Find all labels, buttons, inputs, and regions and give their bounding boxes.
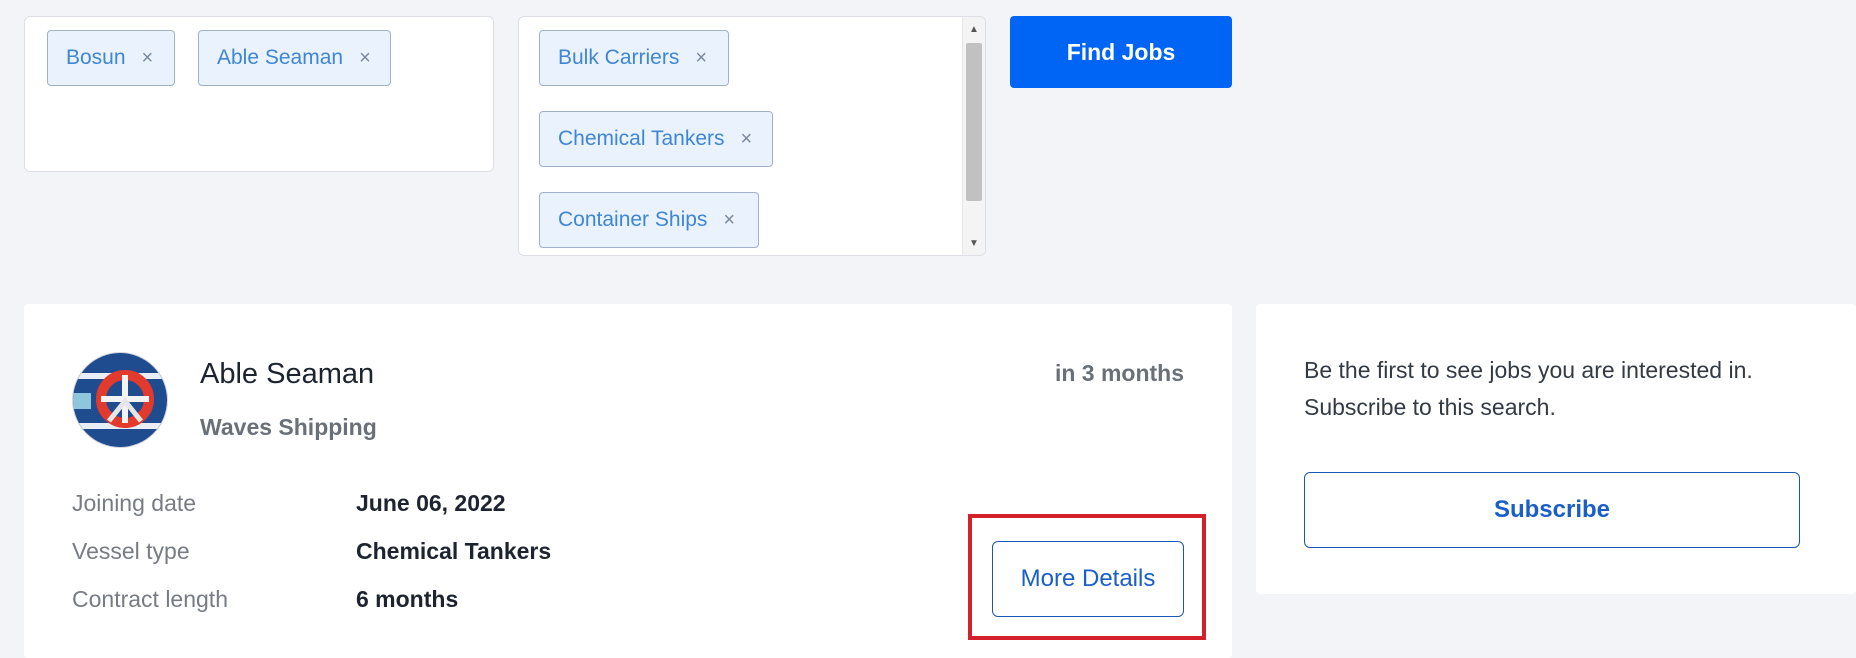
subscribe-button[interactable]: Subscribe [1304, 472, 1800, 548]
chip-label: Bulk Carriers [558, 46, 680, 69]
vessel-type-label: Vessel type [72, 538, 190, 564]
rank-filter-select[interactable]: Bosun × Able Seaman × [24, 16, 494, 172]
contract-length-value: 6 months [356, 586, 459, 612]
subscribe-text: Be the first to see jobs you are interes… [1304, 357, 1753, 420]
chip-label: Container Ships [558, 208, 708, 231]
scroll-up-arrow-icon[interactable]: ▲ [963, 19, 985, 39]
contract-length-label: Contract length [72, 586, 228, 612]
chip-container-ships: Container Ships × [539, 192, 759, 248]
joining-date-label: Joining date [72, 490, 197, 516]
subscribe-card [1256, 304, 1856, 594]
vessel-type-value: Chemical Tankers [356, 538, 552, 564]
more-details-button[interactable]: More Details [992, 541, 1184, 617]
find-jobs-button[interactable]: Find Jobs [1010, 16, 1232, 88]
remove-icon[interactable]: × [359, 47, 371, 70]
remove-icon[interactable]: × [723, 209, 735, 232]
joining-date-value: June 06, 2022 [356, 490, 506, 516]
scrollbar[interactable]: ▲ ▼ [962, 17, 985, 255]
remove-icon[interactable]: × [741, 128, 753, 151]
chip-able-seaman: Able Seaman × [198, 30, 391, 86]
chip-label: Chemical Tankers [558, 127, 725, 150]
scroll-thumb[interactable] [966, 43, 982, 201]
vessel-filter-select[interactable]: Bulk Carriers × Chemical Tankers × Conta… [518, 16, 986, 256]
chip-label: Bosun [66, 46, 126, 69]
posted-time: in 3 months [1054, 360, 1184, 386]
chip-label: Able Seaman [217, 46, 344, 69]
remove-icon[interactable]: × [695, 47, 707, 70]
scroll-down-arrow-icon[interactable]: ▼ [963, 233, 985, 253]
remove-icon[interactable]: × [142, 47, 154, 70]
chip-bulk-carriers: Bulk Carriers × [539, 30, 729, 86]
job-title[interactable]: Able Seaman [200, 358, 374, 391]
chip-bosun: Bosun × [47, 30, 175, 86]
company-logo [72, 352, 168, 448]
company-name: Waves Shipping [200, 414, 377, 440]
chip-chemical-tankers: Chemical Tankers × [539, 111, 773, 167]
